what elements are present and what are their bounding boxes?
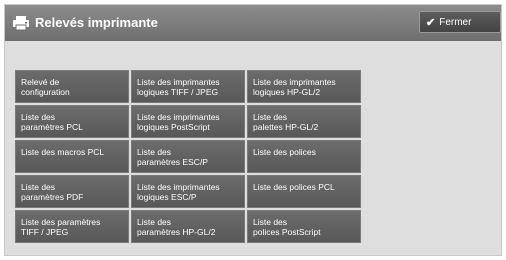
close-button-label: Fermer	[439, 16, 472, 28]
report-tiff-jpeg-settings-button[interactable]: Liste des paramètres TIFF / JPEG	[15, 210, 129, 243]
report-pcl-settings-button[interactable]: Liste des paramètres PCL	[15, 105, 129, 138]
report-hpgl2-settings-button[interactable]: Liste des paramètres HP-GL/2	[131, 210, 245, 243]
page-title: Relevés imprimante	[35, 15, 158, 30]
title-bar: Relevés imprimante ✔ Fermer	[5, 5, 501, 41]
printer-reports-window: Relevés imprimante ✔ Fermer Relevé de co…	[4, 4, 502, 256]
report-escp-logical-printers-button[interactable]: Liste des imprimantes logiques ESC/P	[131, 175, 245, 208]
report-pdf-settings-button[interactable]: Liste des paramètres PDF	[15, 175, 129, 208]
report-configuration-button[interactable]: Relevé de configuration	[15, 70, 129, 103]
report-pcl-macros-button[interactable]: Liste des macros PCL	[15, 140, 129, 173]
report-escp-settings-button[interactable]: Liste des paramètres ESC/P	[131, 140, 245, 173]
printer-icon	[12, 15, 30, 31]
close-button[interactable]: ✔ Fermer	[419, 11, 501, 33]
report-postscript-fonts-button[interactable]: Liste des polices PostScript	[247, 210, 361, 243]
report-pcl-fonts-button[interactable]: Liste des polices PCL	[247, 175, 361, 208]
report-fonts-button[interactable]: Liste des polices	[247, 140, 361, 173]
report-postscript-logical-printers-button[interactable]: Liste des imprimantes logiques PostScrip…	[131, 105, 245, 138]
report-tiff-jpeg-logical-printers-button[interactable]: Liste des imprimantes logiques TIFF / JP…	[131, 70, 245, 103]
report-hpgl2-palettes-button[interactable]: Liste des palettes HP-GL/2	[247, 105, 361, 138]
report-grid: Relevé de configuration Liste des imprim…	[15, 70, 361, 243]
checkmark-icon: ✔	[426, 16, 436, 29]
report-hpgl2-logical-printers-button[interactable]: Liste des imprimantes logiques HP-GL/2	[247, 70, 361, 103]
